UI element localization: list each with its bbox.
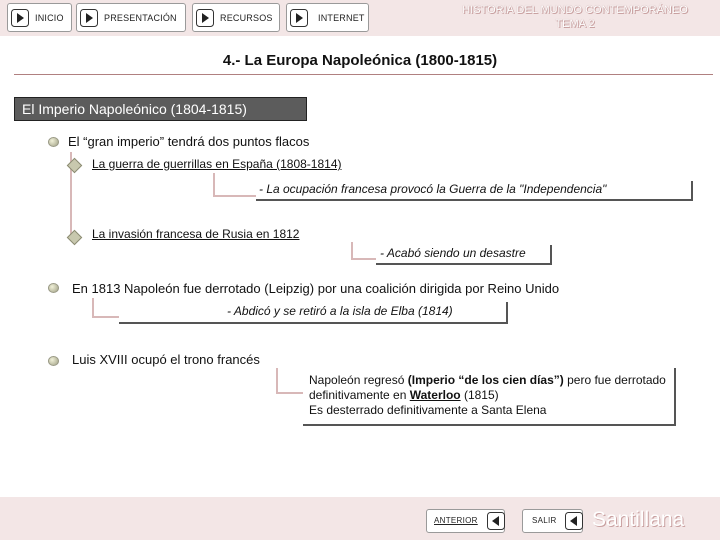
point-1b-text: La invasión francesa de Rusia en 1812 xyxy=(92,227,300,241)
connector-line xyxy=(213,173,215,196)
anterior-button[interactable]: ANTERIOR xyxy=(426,509,505,533)
recursos-label: RECURSOS xyxy=(220,12,273,23)
point-3-note-pre: Napoleón regresó xyxy=(309,373,408,387)
point-3-note-empire: (Imperio “de los cien días”) xyxy=(407,373,564,387)
play-arrow-icon xyxy=(11,8,29,27)
section-title: 4.- La Europa Napoleónica (1800-1815) xyxy=(222,52,498,69)
play-arrow-icon xyxy=(196,8,214,27)
salir-button[interactable]: SALIR xyxy=(522,509,583,533)
course-title: HISTORIA DEL MUNDO CONTEMPORÁNEO TEMA 2 xyxy=(440,3,710,31)
inicio-label: INICIO xyxy=(35,12,64,23)
section-divider xyxy=(14,74,713,75)
subtitle-text: El Imperio Napoleónico (1804-1815) xyxy=(22,101,247,117)
bullet-icon xyxy=(48,283,59,293)
point-3-text: Luis XVIII ocupó el trono francés xyxy=(72,352,260,367)
bullet-icon xyxy=(48,137,59,147)
connector-line xyxy=(92,298,94,316)
connector-line xyxy=(351,258,377,260)
internet-label: INTERNET xyxy=(318,12,365,23)
point-1a-text: La guerra de guerrillas en España (1808-… xyxy=(92,157,342,171)
presentacion-label: PRESENTACIÓN xyxy=(104,12,177,23)
point-2-text: En 1813 Napoleón fue derrotado (Leipzig)… xyxy=(72,281,560,296)
point-2-note: - Abdicó y se retiró a la isla de Elba (… xyxy=(119,302,508,324)
connector-line xyxy=(92,316,120,318)
connector-line xyxy=(276,392,304,394)
play-arrow-icon xyxy=(80,8,98,27)
point-1-text: El “gran imperio” tendrá dos puntos flac… xyxy=(68,134,310,149)
course-title-line2: TEMA 2 xyxy=(555,18,595,30)
connector-line xyxy=(351,242,353,259)
connector-line xyxy=(276,368,278,393)
bullet-icon xyxy=(48,356,59,366)
recursos-button[interactable]: RECURSOS xyxy=(192,3,280,32)
point-1b-note: - Acabó siendo un desastre xyxy=(376,245,552,265)
brand-logo: Santillana xyxy=(592,508,685,531)
back-arrow-icon xyxy=(487,512,505,530)
inicio-button[interactable]: INICIO xyxy=(7,3,72,32)
subtitle-bar: El Imperio Napoleónico (1804-1815) xyxy=(14,97,307,121)
connector-line xyxy=(213,195,257,197)
internet-button[interactable]: INTERNET xyxy=(286,3,369,32)
point-3-note: Napoleón regresó (Imperio “de los cien d… xyxy=(303,368,676,426)
point-1a-note: - La ocupación francesa provocó la Guerr… xyxy=(256,181,693,201)
course-title-line1: HISTORIA DEL MUNDO CONTEMPORÁNEO xyxy=(462,4,688,16)
point-3-note-post: (1815) xyxy=(460,388,499,402)
back-arrow-icon xyxy=(565,512,583,530)
salir-label: SALIR xyxy=(532,516,557,525)
presentacion-button[interactable]: PRESENTACIÓN xyxy=(76,3,186,32)
anterior-label: ANTERIOR xyxy=(434,516,478,525)
play-arrow-icon xyxy=(290,8,308,27)
point-3-note-line2: Es desterrado definitivamente a Santa El… xyxy=(309,403,547,417)
point-3-note-waterloo: Waterloo xyxy=(409,388,461,402)
